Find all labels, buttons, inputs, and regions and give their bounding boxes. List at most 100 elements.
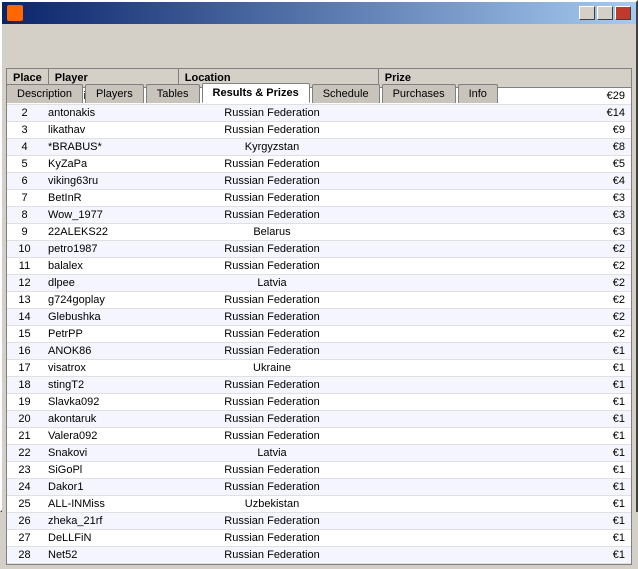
- cell-location: Russian Federation: [172, 394, 372, 411]
- cell-place: 24: [7, 479, 42, 496]
- cell-player: *BRABUS*: [42, 139, 172, 156]
- cell-player: g724goplay: [42, 292, 172, 309]
- cell-location: Russian Federation: [172, 377, 372, 394]
- cell-location: Kyrgyzstan: [172, 139, 372, 156]
- content-area: Place Player Location Prize 1LestingiLat…: [6, 68, 632, 565]
- cell-location: Russian Federation: [172, 326, 372, 343]
- cell-place: 13: [7, 292, 42, 309]
- table-row: 13g724goplayRussian Federation€2: [7, 292, 631, 309]
- cell-player: petro1987: [42, 241, 172, 258]
- cell-location: Ukraine: [172, 360, 372, 377]
- app-icon: [7, 5, 23, 21]
- cell-prize: €4: [372, 173, 631, 190]
- cell-player: Dakor1: [42, 479, 172, 496]
- cell-location: Russian Federation: [172, 309, 372, 326]
- table-row: 28Net52Russian Federation€1: [7, 547, 631, 564]
- tab-results---prizes[interactable]: Results & Prizes: [202, 83, 310, 103]
- cell-location: Latvia: [172, 445, 372, 462]
- cell-player: Wow_1977: [42, 207, 172, 224]
- minimize-button[interactable]: [579, 6, 595, 20]
- table-row: 18stingT2Russian Federation€1: [7, 377, 631, 394]
- cell-place: 14: [7, 309, 42, 326]
- cell-prize: €2: [372, 309, 631, 326]
- cell-location: Russian Federation: [172, 462, 372, 479]
- table-row: 14GlebushkaRussian Federation€2: [7, 309, 631, 326]
- cell-player: BetInR: [42, 190, 172, 207]
- tab-schedule[interactable]: Schedule: [312, 84, 380, 103]
- cell-place: 3: [7, 122, 42, 139]
- cell-player: likathav: [42, 122, 172, 139]
- cell-place: 22: [7, 445, 42, 462]
- tab-purchases[interactable]: Purchases: [382, 84, 456, 103]
- cell-place: 2: [7, 105, 42, 122]
- cell-prize: €1: [372, 360, 631, 377]
- cell-player: zheka_21rf: [42, 513, 172, 530]
- cell-location: Russian Federation: [172, 292, 372, 309]
- title-controls: [579, 6, 631, 20]
- cell-location: Russian Federation: [172, 530, 372, 547]
- table-row: 20akontarukRussian Federation€1: [7, 411, 631, 428]
- cell-prize: €1: [372, 547, 631, 564]
- cell-prize: €1: [372, 394, 631, 411]
- cell-player: Slavka092: [42, 394, 172, 411]
- cell-place: 11: [7, 258, 42, 275]
- maximize-button[interactable]: [597, 6, 613, 20]
- cell-place: 12: [7, 275, 42, 292]
- cell-prize: €1: [372, 479, 631, 496]
- close-button[interactable]: [615, 6, 631, 20]
- cell-player: ALL-INMiss: [42, 496, 172, 513]
- cell-place: 6: [7, 173, 42, 190]
- tab-description[interactable]: Description: [6, 84, 83, 103]
- cell-prize: €9: [372, 122, 631, 139]
- cell-location: Latvia: [172, 275, 372, 292]
- cell-location: Russian Federation: [172, 547, 372, 564]
- table-row: 922ALEKS22Belarus€3: [7, 224, 631, 241]
- cell-location: Russian Federation: [172, 428, 372, 445]
- results-table-body: 1LestingiLatvia€292antonakisRussian Fede…: [7, 88, 631, 564]
- cell-location: Russian Federation: [172, 173, 372, 190]
- table-row: 7BetInRRussian Federation€3: [7, 190, 631, 207]
- cell-place: 9: [7, 224, 42, 241]
- tab-info[interactable]: Info: [458, 84, 498, 103]
- cell-prize: €1: [372, 513, 631, 530]
- cell-prize: €2: [372, 275, 631, 292]
- cell-location: Russian Federation: [172, 241, 372, 258]
- cell-location: Russian Federation: [172, 411, 372, 428]
- cell-place: 25: [7, 496, 42, 513]
- cell-player: stingT2: [42, 377, 172, 394]
- cell-place: 10: [7, 241, 42, 258]
- cell-place: 28: [7, 547, 42, 564]
- tab-tables[interactable]: Tables: [146, 84, 200, 103]
- cell-prize: €3: [372, 190, 631, 207]
- cell-player: visatrox: [42, 360, 172, 377]
- cell-player: Glebushka: [42, 309, 172, 326]
- tab-players[interactable]: Players: [85, 84, 144, 103]
- table-row: 15PetrPPRussian Federation€2: [7, 326, 631, 343]
- cell-player: Valera092: [42, 428, 172, 445]
- cell-prize: €1: [372, 411, 631, 428]
- table-row: 12dlpeeLatvia€2: [7, 275, 631, 292]
- cell-player: Net52: [42, 547, 172, 564]
- cell-player: viking63ru: [42, 173, 172, 190]
- cell-prize: €8: [372, 139, 631, 156]
- cell-player: antonakis: [42, 105, 172, 122]
- table-scroll[interactable]: 1LestingiLatvia€292antonakisRussian Fede…: [7, 88, 631, 564]
- table-row: 5KyZaPaRussian Federation€5: [7, 156, 631, 173]
- cell-prize: €2: [372, 241, 631, 258]
- table-row: 10petro1987Russian Federation€2: [7, 241, 631, 258]
- cell-player: 22ALEKS22: [42, 224, 172, 241]
- table-row: 21Valera092Russian Federation€1: [7, 428, 631, 445]
- cell-place: 16: [7, 343, 42, 360]
- cell-location: Russian Federation: [172, 207, 372, 224]
- table-row: 6viking63ruRussian Federation€4: [7, 173, 631, 190]
- table-row: 3likathavRussian Federation€9: [7, 122, 631, 139]
- cell-place: 27: [7, 530, 42, 547]
- cell-prize: €1: [372, 343, 631, 360]
- cell-prize: €1: [372, 462, 631, 479]
- cell-location: Russian Federation: [172, 122, 372, 139]
- main-window: DescriptionPlayersTablesResults & Prizes…: [0, 0, 638, 512]
- cell-prize: €1: [372, 428, 631, 445]
- table-row: 23SiGoPlRussian Federation€1: [7, 462, 631, 479]
- table-row: 22SnakoviLatvia€1: [7, 445, 631, 462]
- cell-place: 18: [7, 377, 42, 394]
